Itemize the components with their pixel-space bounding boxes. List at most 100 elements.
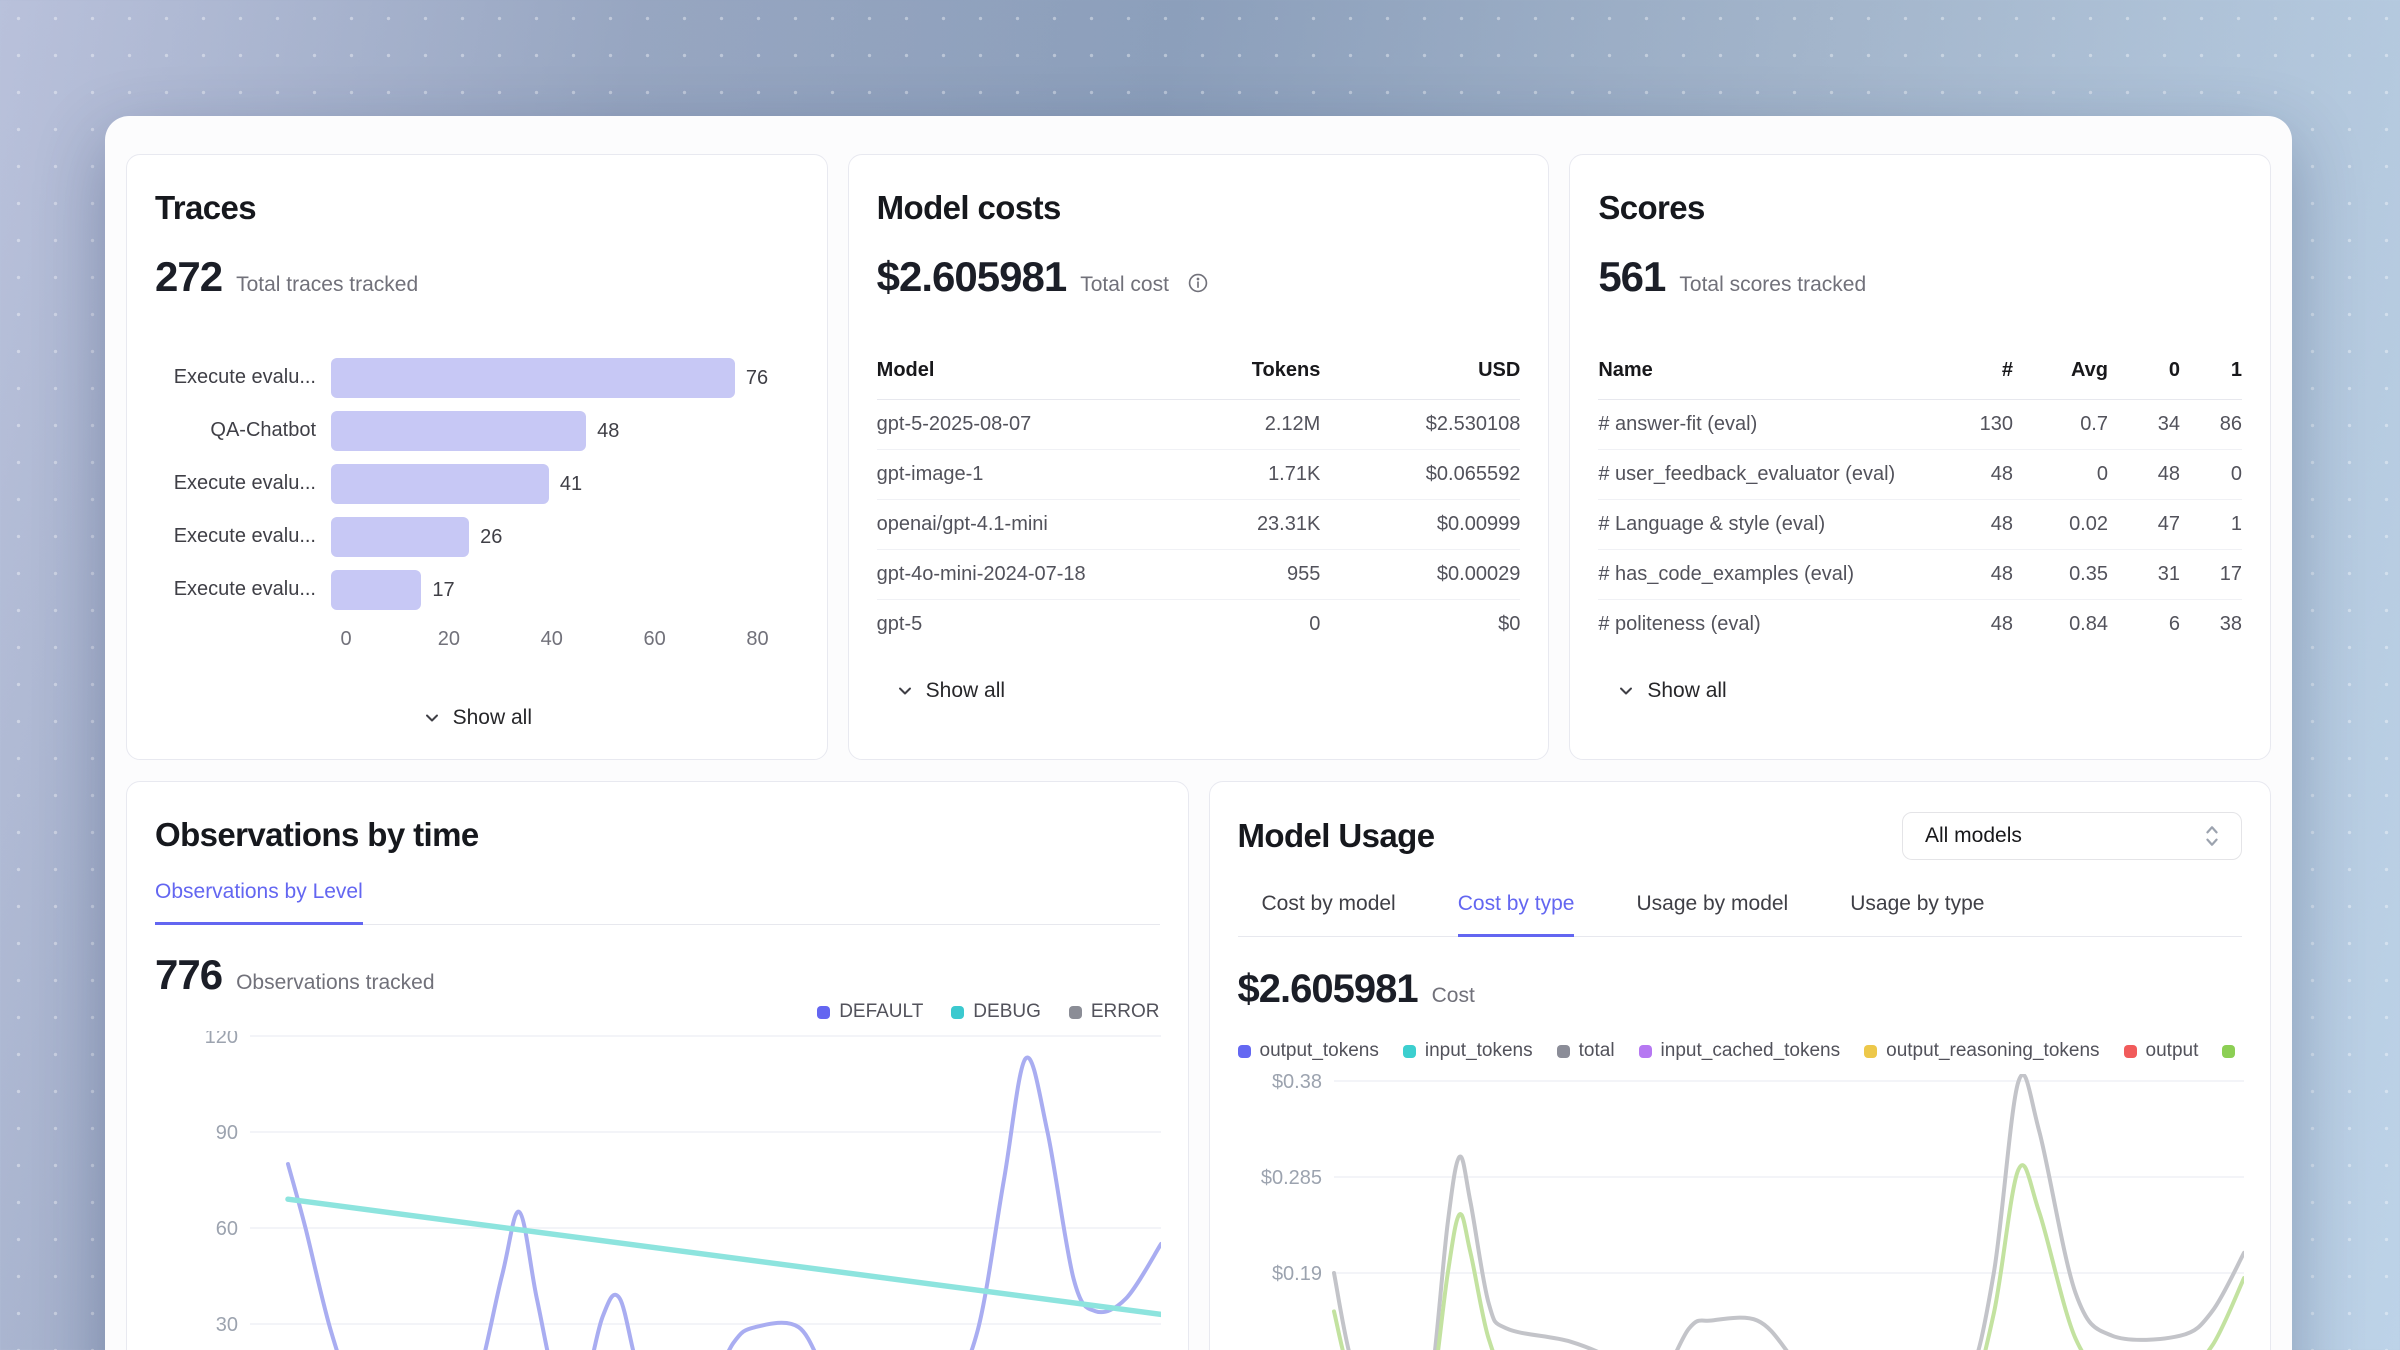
card-title: Traces	[155, 189, 799, 227]
table-cell: # politeness (eval)	[1598, 600, 1933, 650]
table-header-cell: USD	[1320, 359, 1520, 400]
table-row: gpt-50$0	[877, 600, 1521, 650]
table-header-cell: Tokens	[1155, 359, 1320, 400]
y-axis-tick-label: 30	[216, 1314, 238, 1336]
series-DEBUG-line	[288, 1199, 1161, 1314]
legend-color-dot	[1238, 1045, 1251, 1058]
show-all-label: Show all	[926, 679, 1005, 703]
table-cell: # Language & style (eval)	[1598, 500, 1933, 550]
scores-table: Name#Avg01# answer-fit (eval)1300.73486#…	[1598, 359, 2242, 649]
show-all-label: Show all	[1647, 679, 1726, 703]
table-header-cell: Model	[877, 359, 1156, 400]
tab-usage-by-type[interactable]: Usage by type	[1850, 892, 1984, 937]
table-cell: 31	[2108, 550, 2180, 600]
show-all-button[interactable]: Show all	[895, 679, 1005, 703]
show-all-button[interactable]: Show all	[422, 706, 532, 730]
table-cell: $2.530108	[1320, 400, 1520, 450]
card-title: Observations by time	[155, 816, 1160, 854]
tab-usage-by-model[interactable]: Usage by model	[1636, 892, 1788, 937]
legend-item: output_tokens	[1238, 1040, 1379, 1062]
table-cell: 1	[2180, 500, 2242, 550]
chevron-up-down-icon	[2201, 822, 2223, 850]
info-icon	[1187, 272, 1209, 294]
table-cell: 48	[1933, 550, 2013, 600]
stat-label: Cost	[1432, 984, 1475, 1008]
model-usage-legend: output_tokens input_tokens total input_cach…	[1238, 1040, 2243, 1062]
bar-category-label: Execute evalu...	[155, 525, 331, 548]
card-title: Scores	[1598, 189, 2242, 227]
stat-value: $2.605981	[877, 253, 1067, 301]
legend-color-dot	[1069, 1006, 1082, 1019]
background: { "colors": { "accent": "#6366f1", "bar_…	[0, 0, 2400, 1350]
table-header-cell: 0	[2108, 359, 2180, 400]
legend-label: ERROR	[1091, 1001, 1160, 1023]
legend-color-dot	[1403, 1045, 1416, 1058]
table-cell: $0.00999	[1320, 500, 1520, 550]
table-cell: gpt-image-1	[877, 450, 1156, 500]
legend-item: total	[1557, 1040, 1615, 1062]
table-cell: gpt-5-2025-08-07	[877, 400, 1156, 450]
table-row: # answer-fit (eval)1300.73486	[1598, 400, 2242, 450]
bar-track: 17	[331, 570, 799, 610]
bar-value-label: 76	[746, 358, 768, 398]
table-header-cell: Name	[1598, 359, 1933, 400]
card-model-usage: Model Usage All models Cost by modelCost…	[1209, 781, 2272, 1350]
stat-label: Observations tracked	[236, 971, 434, 995]
table-cell: 17	[2180, 550, 2242, 600]
legend-label: input_tokens	[1425, 1040, 1533, 1062]
tab-observations-by-level[interactable]: Observations by Level	[155, 880, 363, 925]
stat-value: 776	[155, 951, 222, 999]
card-scores: Scores 561 Total scores tracked Name#Avg…	[1569, 154, 2271, 760]
x-axis-tick: 60	[644, 628, 666, 651]
table-cell: 38	[2180, 600, 2242, 650]
bar-track: 76	[331, 358, 799, 398]
tab-cost-by-model[interactable]: Cost by model	[1262, 892, 1396, 937]
table-cell: 34	[2108, 400, 2180, 450]
table-header-cell: Avg	[2013, 359, 2108, 400]
tab-cost-by-type[interactable]: Cost by type	[1458, 892, 1575, 937]
model-usage-tabs: Cost by model Cost by type Usage by model U…	[1238, 892, 2243, 937]
y-axis-tick-label: 120	[205, 1031, 238, 1048]
table-cell: 48	[1933, 450, 2013, 500]
legend-color-dot	[1639, 1045, 1652, 1058]
model-usage-line-chart: $0.38$0.285$0.19	[1238, 1074, 2244, 1350]
table-header-cell: 1	[2180, 359, 2242, 400]
table-header-cell: #	[1933, 359, 2013, 400]
show-all-button[interactable]: Show all	[1616, 679, 1726, 703]
table-row: openai/gpt-4.1-mini23.31K$0.00999	[877, 500, 1521, 550]
observations-chart-wrap: 120906030	[155, 1031, 1160, 1350]
legend-item: DEFAULT	[817, 1001, 923, 1023]
y-axis-tick-label: 60	[216, 1218, 238, 1240]
y-axis-tick-label: $0.285	[1260, 1167, 1321, 1189]
y-axis-tick-label: $0.38	[1271, 1074, 1321, 1093]
legend-color-dot	[2124, 1045, 2137, 1058]
table-header-row: Name#Avg01	[1598, 359, 2242, 400]
bar	[331, 464, 549, 504]
bar-chart-x-axis: 020406080	[346, 628, 799, 660]
table-row: # has_code_examples (eval)480.353117	[1598, 550, 2242, 600]
bar-row: Execute evalu...76	[155, 351, 799, 404]
bar-row: Execute evalu...41	[155, 457, 799, 510]
table-cell: 0	[2013, 450, 2108, 500]
table-cell: 0	[2180, 450, 2242, 500]
table-cell: 130	[1933, 400, 2013, 450]
table-cell: 0.84	[2013, 600, 2108, 650]
model-select-value: All models	[1925, 824, 2022, 848]
model-usage-header: Model Usage All models	[1238, 812, 2243, 860]
card-title: Model Usage	[1238, 817, 1435, 855]
table-cell: 0	[1155, 600, 1320, 650]
table-cell: $0	[1320, 600, 1520, 650]
legend-item: input_cached_tokens	[1639, 1040, 1841, 1062]
card-observations-by-time: Observations by time Observations by Lev…	[126, 781, 1189, 1350]
stat-label: Total scores tracked	[1679, 273, 1866, 297]
bar-track: 26	[331, 517, 799, 557]
legend-item: DEBUG	[951, 1001, 1041, 1023]
table-cell: 0.02	[2013, 500, 2108, 550]
observations-tabs: Observations by Level	[155, 880, 1160, 925]
table-cell: $0.00029	[1320, 550, 1520, 600]
legend-label: output	[2146, 1040, 2199, 1062]
table-cell: # has_code_examples (eval)	[1598, 550, 1933, 600]
model-select[interactable]: All models	[1902, 812, 2242, 860]
observations-line-chart: 120906030	[155, 1031, 1161, 1350]
bar	[331, 517, 469, 557]
